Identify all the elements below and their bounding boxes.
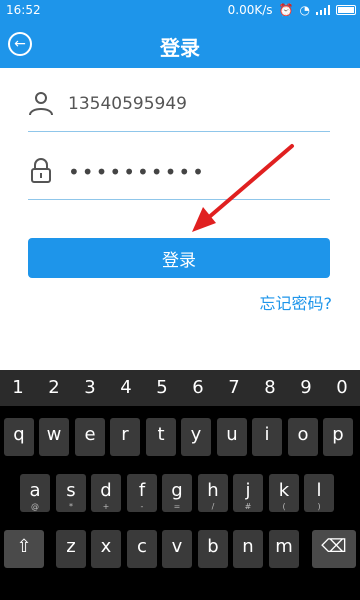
key-s[interactable]: s * [56,474,86,512]
key-k[interactable]: k( [269,474,299,512]
key-row-1: q w e r t y u i o p [0,418,360,464]
key-4[interactable]: 4 [108,370,144,406]
key-b[interactable]: b [198,530,228,568]
key-w[interactable]: w [39,418,69,456]
key-v[interactable]: v [162,530,192,568]
key-a[interactable]: a @ [20,474,50,512]
key-r[interactable]: r [110,418,140,456]
key-8[interactable]: 8 [252,370,288,406]
backspace-key[interactable]: ⌫ [312,530,356,568]
shift-key[interactable]: ⇧ [4,530,44,568]
key-j[interactable]: j # [233,474,263,512]
key-2[interactable]: 2 [36,370,72,406]
key-i[interactable]: i [252,418,282,456]
backspace-icon: ⌫ [321,536,347,557]
key-y[interactable]: y [181,418,211,456]
key-u[interactable]: u [217,418,247,456]
key-t[interactable]: t [146,418,176,456]
key-d[interactable]: d + [91,474,121,512]
number-row: 1 2 3 4 5 6 7 8 9 0 [0,370,360,406]
key-x[interactable]: x [91,530,121,568]
key-0[interactable]: 0 [324,370,360,406]
key-f[interactable]: f- [127,474,157,512]
keyboard: 1 2 3 4 5 6 7 8 9 0 q w e r t y u i o p … [0,370,360,600]
key-o[interactable]: o [288,418,318,456]
key-1[interactable]: 1 [0,370,36,406]
key-row-3: ⇧ z x c v b n m ⌫ [0,530,360,576]
key-c[interactable]: c [127,530,157,568]
key-e[interactable]: e [75,418,105,456]
key-6[interactable]: 6 [180,370,216,406]
key-p[interactable]: p [323,418,353,456]
key-m[interactable]: m [269,530,299,568]
key-9[interactable]: 9 [288,370,324,406]
key-z[interactable]: z [56,530,86,568]
key-l[interactable]: l) [304,474,334,512]
key-row-2: a @ s * d + f- g = h / j # k( l) [0,474,360,520]
key-h[interactable]: h / [198,474,228,512]
key-7[interactable]: 7 [216,370,252,406]
key-q[interactable]: q [4,418,34,456]
key-5[interactable]: 5 [144,370,180,406]
key-n[interactable]: n [233,530,263,568]
key-g[interactable]: g = [162,474,192,512]
shift-icon: ⇧ [16,536,32,557]
key-3[interactable]: 3 [72,370,108,406]
